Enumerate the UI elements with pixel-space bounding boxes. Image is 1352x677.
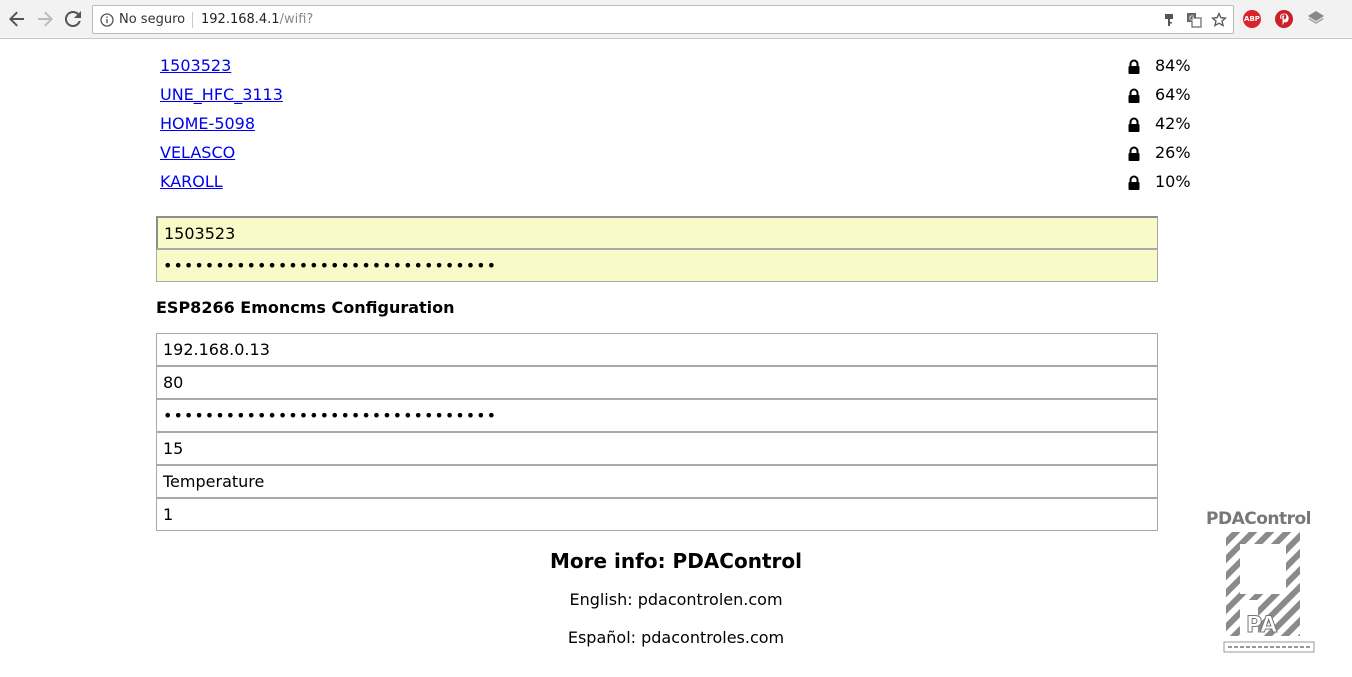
- list-item: 1503523 84%: [160, 56, 1192, 78]
- forward-arrow-icon: [38, 11, 53, 27]
- pdacontrol-logo: PDAControl PA: [1200, 506, 1330, 656]
- lock-icon: [1128, 175, 1140, 190]
- list-item: HOME-5098 42%: [160, 114, 1192, 136]
- interval-input[interactable]: [156, 432, 1158, 465]
- translate-icon[interactable]: G: [1186, 12, 1202, 28]
- ssid-input[interactable]: [156, 216, 1158, 249]
- node-input[interactable]: [156, 498, 1158, 531]
- svg-text:PA: PA: [1246, 613, 1277, 638]
- layers-icon[interactable]: [1307, 10, 1325, 28]
- signal-strength: 84%: [1155, 56, 1191, 75]
- key-icon[interactable]: [1161, 12, 1177, 28]
- signal-strength: 64%: [1155, 85, 1191, 104]
- forward-button[interactable]: [34, 8, 56, 30]
- spanish-site: Español: pdacontroles.com: [567, 628, 785, 647]
- url-host: 192.168.4.1: [201, 12, 280, 27]
- lock-icon: [1128, 59, 1140, 74]
- url-path: /wifi?: [279, 12, 314, 27]
- english-site: English: pdacontrolen.com: [569, 590, 783, 609]
- back-arrow-icon: [9, 11, 24, 27]
- network-link[interactable]: VELASCO: [160, 143, 235, 162]
- reload-icon: [64, 10, 81, 27]
- network-link[interactable]: KAROLL: [160, 172, 223, 191]
- logo-brand: PDAControl: [1206, 509, 1312, 529]
- pinterest-icon[interactable]: [1275, 10, 1293, 28]
- address-bar[interactable]: No seguro 192.168.4.1/wifi? G: [92, 5, 1234, 34]
- omnibox-separator: [192, 12, 193, 28]
- lock-icon: [1128, 117, 1140, 132]
- url-text[interactable]: 192.168.4.1/wifi?: [201, 12, 313, 27]
- more-info-heading: More info: PDAControl: [550, 549, 802, 573]
- network-link[interactable]: UNE_HFC_3113: [160, 85, 283, 104]
- section-title: ESP8266 Emoncms Configuration: [156, 298, 455, 317]
- list-item: VELASCO 26%: [160, 143, 1192, 165]
- list-item: KAROLL 10%: [160, 172, 1192, 194]
- svg-text:G: G: [1189, 15, 1194, 23]
- reload-button[interactable]: [62, 8, 84, 30]
- server-input[interactable]: [156, 333, 1158, 366]
- list-item: UNE_HFC_3113 64%: [160, 85, 1192, 107]
- password-input[interactable]: [156, 249, 1158, 282]
- signal-strength: 26%: [1155, 143, 1191, 162]
- network-link[interactable]: HOME-5098: [160, 114, 255, 133]
- port-input[interactable]: [156, 366, 1158, 399]
- browser-toolbar: No seguro 192.168.4.1/wifi? G ABP: [0, 0, 1352, 39]
- lock-icon: [1128, 146, 1140, 161]
- security-label[interactable]: No seguro: [119, 12, 185, 27]
- logo-emblem-icon: PA: [1223, 532, 1315, 653]
- signal-strength: 10%: [1155, 172, 1191, 191]
- info-icon[interactable]: [100, 13, 114, 27]
- star-icon[interactable]: [1211, 12, 1227, 28]
- adblock-label: ABP: [1244, 15, 1260, 23]
- apikey-input[interactable]: [156, 399, 1158, 432]
- network-link[interactable]: 1503523: [160, 56, 231, 75]
- adblock-icon[interactable]: ABP: [1243, 10, 1261, 28]
- lock-icon: [1128, 88, 1140, 103]
- back-button[interactable]: [6, 8, 28, 30]
- signal-strength: 42%: [1155, 114, 1191, 133]
- sensor-name-input[interactable]: [156, 465, 1158, 498]
